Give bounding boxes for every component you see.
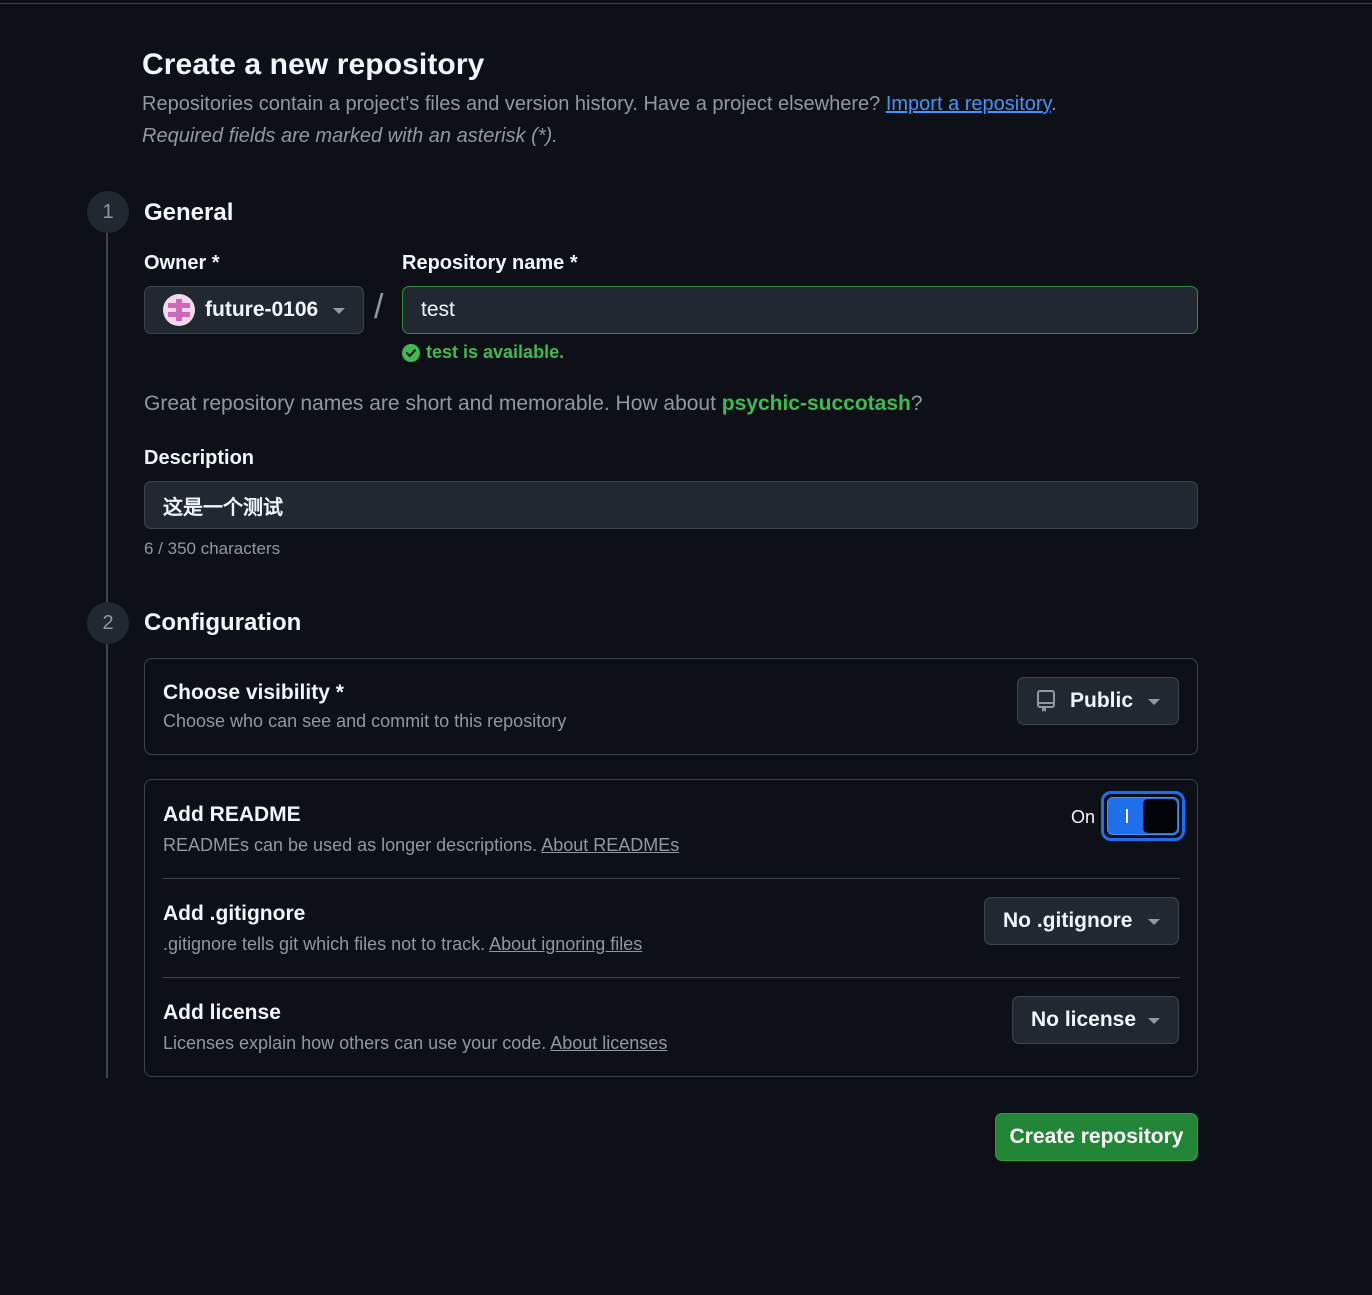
suggested-name-link[interactable]: psychic-succotash: [722, 392, 911, 415]
name-suggestion: Great repository names are short and mem…: [144, 392, 923, 416]
visibility-card: Choose visibility * Choose who can see a…: [144, 658, 1198, 755]
license-description: Licenses explain how others can use your…: [163, 1033, 667, 1054]
row-divider: [163, 977, 1180, 978]
visibility-title: Choose visibility *: [163, 681, 344, 704]
owner-name: future-0106: [205, 298, 319, 321]
visibility-description: Choose who can see and commit to this re…: [163, 711, 567, 731]
about-readmes-link[interactable]: About READMEs: [541, 835, 679, 855]
license-value: No license: [1031, 1008, 1137, 1031]
page-intro: Repositories contain a project's files a…: [142, 93, 1057, 116]
repo-options-card: Add README READMEs can be used as longer…: [144, 779, 1198, 1077]
intro-text: Repositories contain a project's files a…: [142, 93, 886, 115]
repo-name-label: Repository name *: [402, 252, 578, 274]
repo-name-input[interactable]: test: [402, 286, 1198, 334]
step-2-badge: 2: [87, 602, 129, 644]
import-repository-link[interactable]: Import a repository: [886, 93, 1051, 115]
section-title-configuration: Configuration: [144, 609, 302, 636]
gitignore-description-text: .gitignore tells git which files not to …: [163, 934, 490, 954]
character-count: 6 / 350 characters: [144, 539, 281, 558]
description-input[interactable]: 这是一个测试: [144, 481, 1198, 529]
toggle-track: [1107, 797, 1179, 835]
license-dropdown[interactable]: No license: [1012, 996, 1179, 1044]
page-title: Create a new repository: [142, 48, 485, 81]
section-title-general: General: [144, 199, 234, 226]
toggle-knob: [1142, 798, 1178, 834]
toggle-on-indicator: [1126, 809, 1128, 823]
required-note: Required fields are marked with an aster…: [142, 125, 558, 147]
license-title: Add license: [163, 1001, 281, 1024]
chevron-down-icon: [1148, 1018, 1160, 1024]
step-connector-line: [106, 232, 108, 1078]
repo-icon: [1036, 689, 1056, 713]
readme-title: Add README: [163, 803, 301, 826]
availability-status: test is available.: [402, 342, 564, 363]
about-ignoring-files-link[interactable]: About ignoring files: [489, 934, 642, 954]
owner-label: Owner *: [144, 252, 220, 274]
license-description-text: Licenses explain how others can use your…: [163, 1033, 551, 1053]
top-border: [0, 3, 1372, 4]
readme-description: READMEs can be used as longer descriptio…: [163, 835, 679, 856]
readme-toggle[interactable]: [1101, 791, 1185, 841]
visibility-value: Public: [1070, 689, 1134, 712]
chevron-down-icon: [333, 308, 345, 314]
readme-description-text: READMEs can be used as longer descriptio…: [163, 835, 542, 855]
gitignore-dropdown[interactable]: No .gitignore: [984, 897, 1179, 945]
gitignore-description: .gitignore tells git which files not to …: [163, 934, 642, 955]
gitignore-value: No .gitignore: [1003, 909, 1133, 932]
create-repository-button[interactable]: Create repository: [995, 1113, 1198, 1161]
readme-toggle-label: On: [1071, 807, 1096, 827]
gitignore-title: Add .gitignore: [163, 902, 306, 925]
row-divider: [163, 878, 1180, 879]
owner-repo-separator: /: [374, 288, 384, 326]
visibility-dropdown[interactable]: Public: [1017, 677, 1179, 725]
description-label: Description: [144, 447, 255, 469]
check-circle-icon: [402, 343, 420, 362]
intro-end: .: [1051, 93, 1057, 115]
availability-text: test is available.: [426, 342, 565, 362]
owner-dropdown[interactable]: future-0106: [144, 286, 364, 334]
chevron-down-icon: [1148, 919, 1160, 925]
about-licenses-link[interactable]: About licenses: [550, 1033, 667, 1053]
suggestion-prefix: Great repository names are short and mem…: [144, 392, 722, 415]
avatar: [163, 294, 195, 326]
chevron-down-icon: [1148, 699, 1160, 705]
suggestion-suffix: ?: [910, 392, 923, 415]
step-1-badge: 1: [87, 191, 129, 233]
